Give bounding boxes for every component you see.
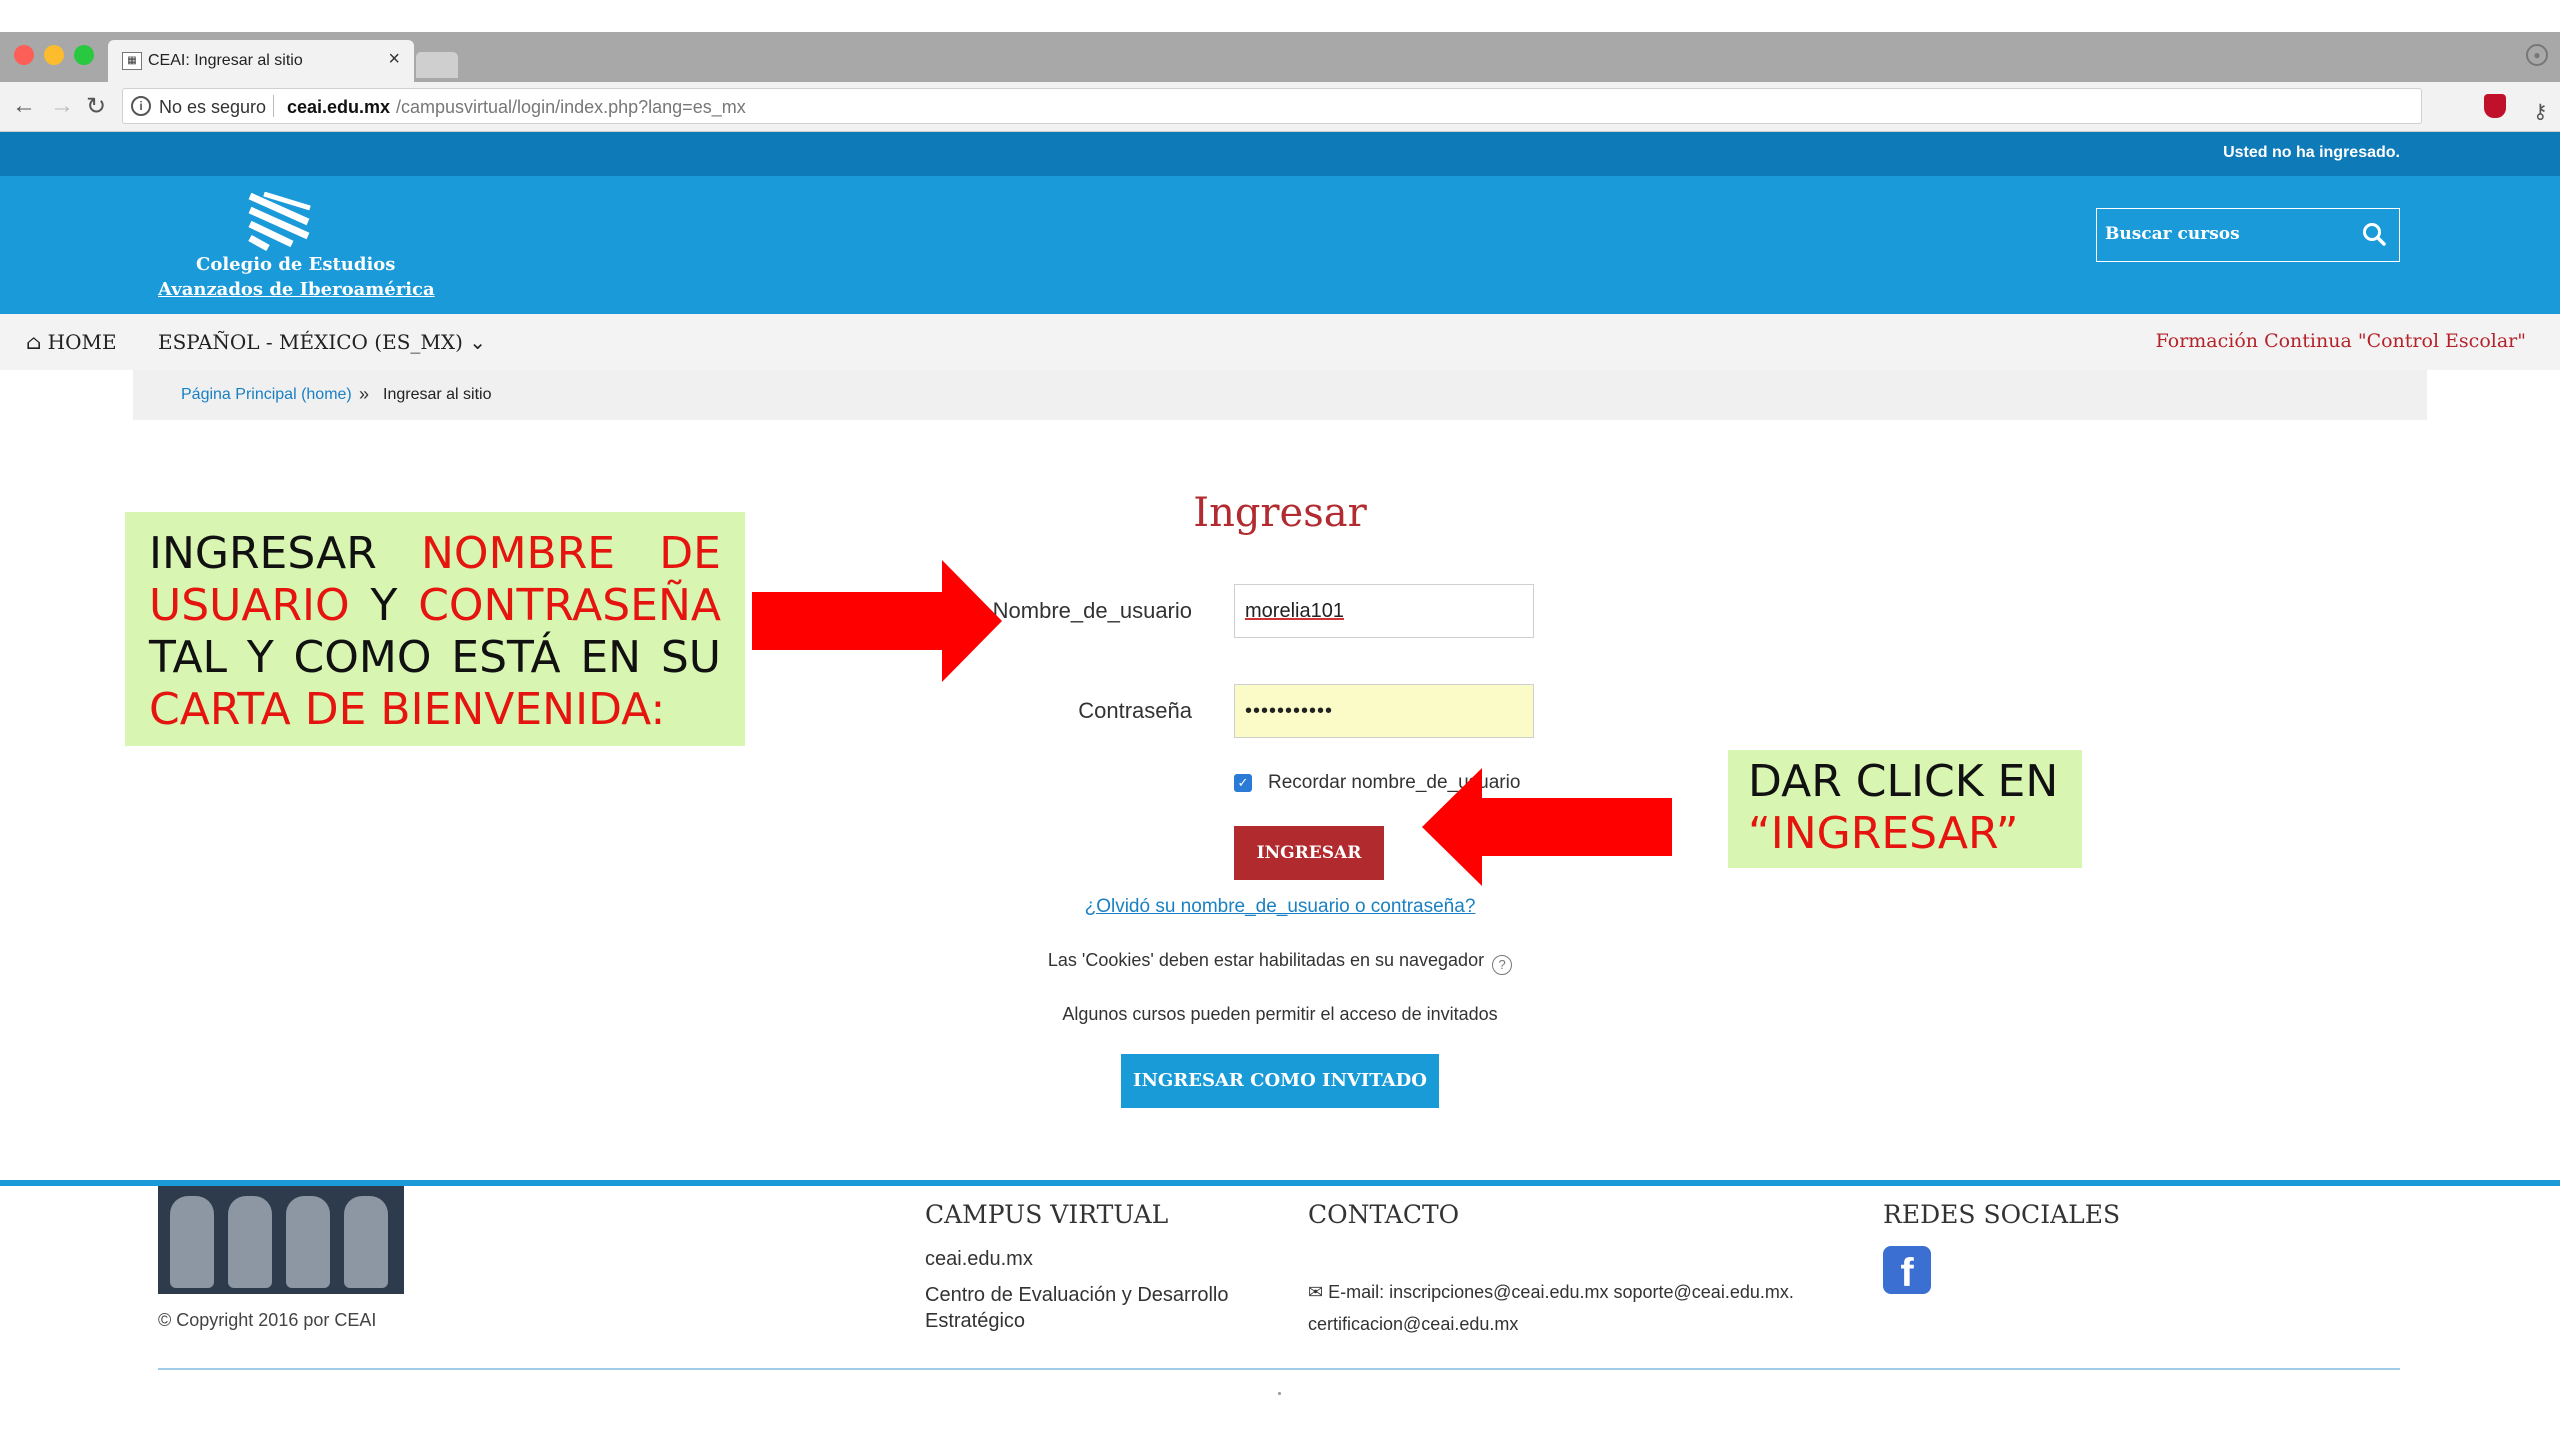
cookies-note: Las 'Cookies' deben estar habilitadas en…	[0, 950, 2560, 975]
note1-word4: CONTRASEÑA	[418, 580, 721, 631]
logo-text-line1: Colegio de Estudios	[196, 254, 396, 275]
footer-campus-desc: Centro de Evaluación y Desarrollo Estrat…	[925, 1284, 1229, 1332]
password-field[interactable]: •••••••••••	[1234, 684, 1534, 738]
forward-arrow-icon[interactable]: →	[50, 92, 74, 120]
course-search[interactable]: Buscar cursos	[2096, 208, 2400, 262]
window-maximize-button[interactable]	[74, 45, 94, 65]
search-icon[interactable]	[2361, 221, 2387, 247]
extension-shield-icon[interactable]	[2484, 94, 2506, 118]
tab-close-icon[interactable]: ×	[388, 48, 400, 71]
profile-icon[interactable]: ●	[2526, 44, 2548, 66]
guests-note: Algunos cursos pueden permitir el acceso…	[1062, 1004, 1498, 1024]
nav-home-link[interactable]: ⌂ HOME	[26, 330, 117, 354]
breadcrumb: Página Principal (home) » Ingresar al si…	[133, 370, 2427, 420]
tab-title: CEAI: Ingresar al sitio	[148, 52, 303, 69]
nav-formacion-link[interactable]: Formación Continua "Control Escolar"	[2156, 330, 2526, 352]
note1-word1: INGRESAR	[149, 528, 377, 579]
url-divider	[273, 95, 274, 117]
password-label: Contraseña	[1078, 698, 1192, 723]
statue-figure	[228, 1196, 272, 1288]
footer-social-heading: REDES SOCIALES	[1883, 1200, 2121, 1229]
site-header: Colegio de Estudios Avanzados de Iberoam…	[0, 176, 2560, 314]
language-menu[interactable]: ESPAÑOL - MÉXICO (ES_MX) ⌄	[158, 330, 486, 354]
footer-contact-email[interactable]: E-mail: inscripciones@ceai.edu.mx soport…	[1308, 1282, 1794, 1334]
arrow-right-icon	[752, 560, 1002, 682]
logo-waves-icon	[248, 192, 311, 252]
footer-image	[158, 1186, 404, 1294]
nav-home-label: HOME	[47, 330, 117, 354]
address-bar[interactable]: i No es seguro ceai.edu.mx /campusvirtua…	[122, 88, 2548, 124]
guest-login-button[interactable]: INGRESAR COMO INVITADO	[1121, 1054, 1439, 1108]
statue-figure	[286, 1196, 330, 1288]
copyright: © Copyright 2016 por CEAI	[158, 1310, 377, 1330]
search-input[interactable]: Buscar cursos	[2105, 224, 2240, 244]
note1-word5: TAL Y COMO ESTÁ EN SU	[149, 632, 721, 683]
security-status: No es seguro	[159, 97, 267, 117]
annotation-credentials: INGRESAR NOMBRE DE USUARIO Y CONTRASEÑA …	[125, 512, 745, 746]
envelope-icon: ✉	[1308, 1282, 1324, 1302]
browser-toolbar: ← → ↻ i No es seguro ceai.edu.mx /campus…	[0, 82, 2560, 197]
note1-word6: CARTA DE BIENVENIDA:	[149, 684, 666, 735]
browser-tabbar: ▦ CEAI: Ingresar al sitio × ●	[0, 32, 2560, 82]
new-tab-button[interactable]	[416, 52, 458, 78]
info-icon[interactable]: i	[131, 96, 151, 116]
breadcrumb-separator: »	[359, 384, 370, 404]
back-arrow-icon[interactable]: ←	[12, 92, 36, 120]
reload-icon[interactable]: ↻	[86, 92, 106, 121]
forgot-password-link[interactable]: ¿Olvidó su nombre_de_usuario o contraseñ…	[0, 896, 2560, 918]
username-field[interactable]: morelia101	[1234, 584, 1534, 638]
footer-contact-heading: CONTACTO	[1308, 1200, 1460, 1229]
help-icon[interactable]: ?	[1492, 955, 1513, 975]
language-label: ESPAÑOL - MÉXICO (ES_MX)	[158, 330, 463, 354]
remember-checkbox[interactable]: ✓	[1234, 774, 1252, 792]
note2-line1: DAR CLICK EN	[1748, 756, 2059, 807]
username-value: morelia101	[1245, 600, 1344, 622]
site-topbar: Usted no ha ingresado.	[0, 132, 2560, 176]
arrow-left-icon	[1422, 768, 1672, 886]
window-close-button[interactable]	[14, 45, 34, 65]
favicon-icon: ▦	[122, 52, 142, 70]
statue-figure	[170, 1196, 214, 1288]
footer-contact: ✉ E-mail: inscripciones@ceai.edu.mx sopo…	[1308, 1276, 1828, 1340]
annotation-click-login: DAR CLICK EN “INGRESAR”	[1728, 750, 2082, 868]
note1-word3: Y	[370, 580, 398, 631]
footer-campus-site[interactable]: ceai.edu.mx	[925, 1246, 1033, 1272]
footer-bottom-line	[158, 1368, 2400, 1370]
home-icon: ⌂	[26, 330, 42, 354]
browser-tab[interactable]: ▦ CEAI: Ingresar al sitio ×	[108, 40, 414, 82]
site-logo[interactable]: Colegio de Estudios Avanzados de Iberoam…	[158, 192, 435, 302]
footer-dot	[1278, 1392, 1281, 1395]
login-button[interactable]: INGRESAR	[1234, 826, 1384, 880]
breadcrumb-current: Ingresar al sitio	[383, 386, 492, 403]
logo-text-line2: Avanzados de Iberoamérica	[158, 279, 435, 300]
login-status: Usted no ha ingresado.	[2223, 144, 2400, 161]
window-minimize-button[interactable]	[44, 45, 64, 65]
statue-figure	[344, 1196, 388, 1288]
note2-line2: “INGRESAR”	[1748, 808, 2019, 859]
url-path: /campusvirtual/login/index.php?lang=es_m…	[396, 97, 746, 117]
breadcrumb-home-link[interactable]: Página Principal (home)	[181, 386, 352, 404]
key-icon[interactable]: ⚷	[2533, 99, 2548, 124]
cookies-text: Las 'Cookies' deben estar habilitadas en…	[1047, 950, 1485, 970]
footer-campus-heading: CAMPUS VIRTUAL	[925, 1200, 1169, 1229]
url-host: ceai.edu.mx	[287, 97, 391, 117]
facebook-icon[interactable]: f	[1883, 1246, 1931, 1295]
chevron-down-icon: ⌄	[469, 330, 487, 354]
page-title: Ingresar	[1193, 490, 1367, 536]
main-navbar: ⌂ HOME ESPAÑOL - MÉXICO (ES_MX) ⌄ Formac…	[0, 314, 2560, 370]
